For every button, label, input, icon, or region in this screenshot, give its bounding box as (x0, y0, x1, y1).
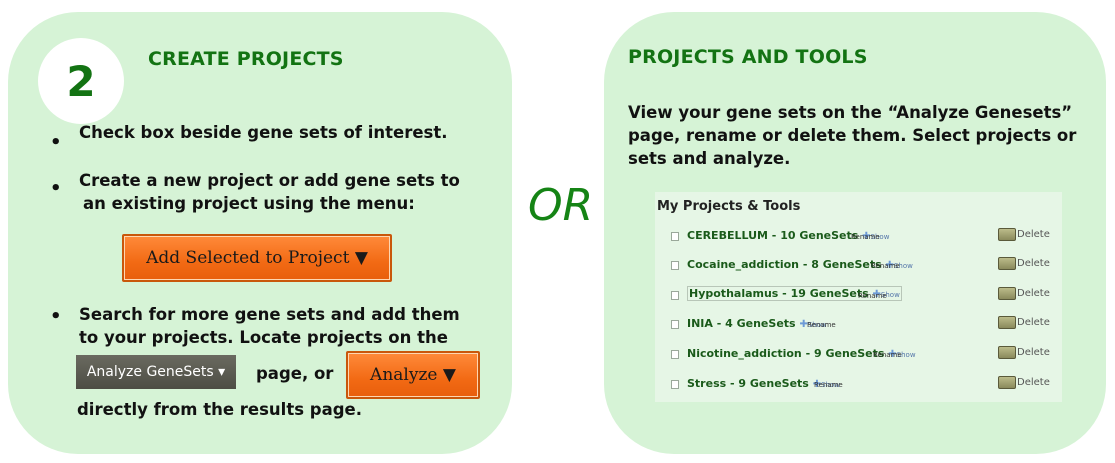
projects-description-line2: page, rename or delete them. Select proj… (628, 126, 1077, 145)
checkbox[interactable] (671, 291, 679, 300)
add-selected-to-project-button[interactable]: Add Selected to Project ▼ (122, 234, 392, 282)
project-row: INIA - 4 GeneSets ✚Show Rename Delete (655, 314, 1062, 336)
instruction-page-or: page, or (256, 364, 334, 383)
projects-and-tools-title: PROJECTS AND TOOLS (628, 46, 868, 68)
project-name-link[interactable]: INIA - 4 GeneSets ✚Show (687, 317, 827, 330)
delete-button[interactable]: Delete (998, 316, 1050, 329)
checkbox[interactable] (671, 232, 679, 241)
delete-button[interactable]: Delete (998, 228, 1050, 241)
project-row: Cocaine_addiction - 8 GeneSets ✚Show Ren… (655, 255, 1062, 277)
trash-icon (998, 257, 1016, 270)
trash-icon (998, 376, 1016, 389)
instruction-create-project-line1: Create a new project or add gene sets to (79, 171, 460, 190)
checkbox[interactable] (671, 320, 679, 329)
instruction-check-box: Check box beside gene sets of interest. (79, 123, 448, 142)
instruction-search-line4: directly from the results page. (77, 400, 362, 419)
rename-link[interactable]: Rename (807, 321, 836, 329)
analyze-genesets-button[interactable]: Analyze GeneSets ▾ (76, 355, 236, 389)
trash-icon (998, 287, 1016, 300)
or-label: OR (528, 180, 594, 231)
instruction-search-line2: to your projects. Locate projects on the (79, 328, 448, 347)
trash-icon (998, 346, 1016, 359)
my-projects-heading: My Projects & Tools (657, 199, 801, 214)
delete-button[interactable]: Delete (998, 287, 1050, 300)
bullet-marker: • (50, 178, 62, 199)
trash-icon (998, 228, 1016, 241)
create-projects-title: CREATE PROJECTS (148, 48, 344, 70)
project-row: CEREBELLUM - 10 GeneSets ✚Show Rename De… (655, 226, 1062, 248)
project-row: Stress - 9 GeneSets ✚Show Rename Delete (655, 374, 1062, 396)
rename-link[interactable]: Rename (814, 381, 843, 389)
project-row: Hypothalamus - 19 GeneSets ✚Show Rename … (655, 285, 1062, 307)
rename-link[interactable]: Rename (858, 292, 887, 300)
projects-description-line3: sets and analyze. (628, 149, 791, 168)
delete-button[interactable]: Delete (998, 346, 1050, 359)
checkbox[interactable] (671, 261, 679, 270)
projects-header: My Projects & Tools (655, 196, 1062, 220)
delete-button[interactable]: Delete (998, 257, 1050, 270)
project-row: Nicotine_addiction - 9 GeneSets ✚Show Re… (655, 344, 1062, 366)
bullet-marker: • (50, 132, 62, 153)
rename-link[interactable]: Rename (871, 262, 900, 270)
checkbox[interactable] (671, 350, 679, 359)
rename-link[interactable]: Rename (873, 351, 902, 359)
analyze-button[interactable]: Analyze ▼ (346, 351, 480, 399)
step-number-badge: 2 (38, 38, 124, 124)
delete-button[interactable]: Delete (998, 376, 1050, 389)
projects-description-line1: View your gene sets on the “Analyze Gene… (628, 103, 1073, 122)
instruction-create-project-line2: an existing project using the menu: (83, 194, 415, 213)
create-projects-panel: 2 CREATE PROJECTS • Check box beside gen… (8, 12, 512, 454)
checkbox[interactable] (671, 380, 679, 389)
rename-link[interactable]: Rename (851, 233, 880, 241)
trash-icon (998, 316, 1016, 329)
instruction-search-line1: Search for more gene sets and add them (79, 305, 460, 324)
my-projects-screenshot: My Projects & Tools CEREBELLUM - 10 Gene… (655, 192, 1062, 402)
bullet-marker: • (50, 306, 62, 327)
